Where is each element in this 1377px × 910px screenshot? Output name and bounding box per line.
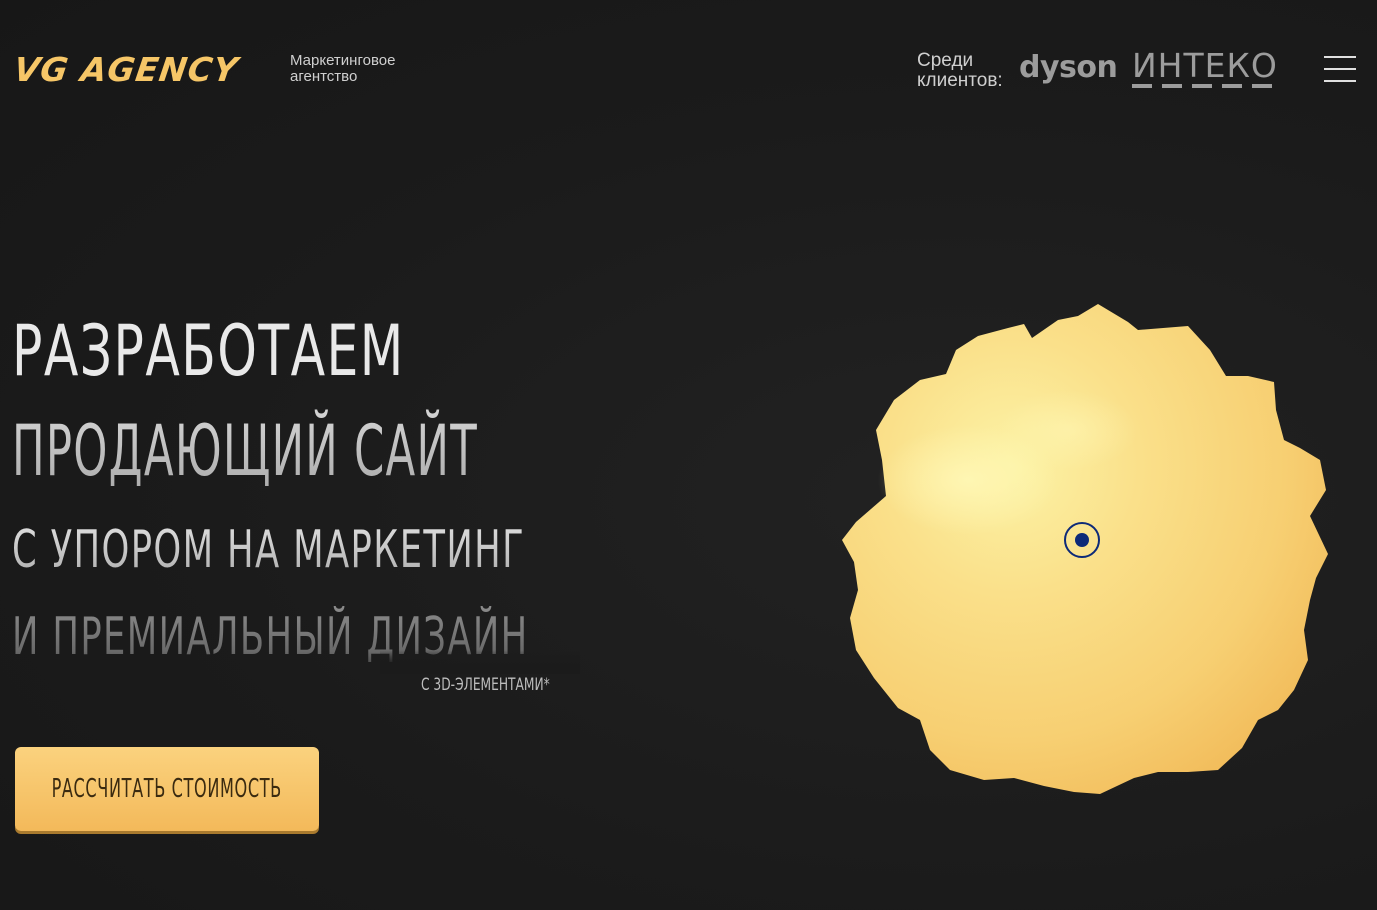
tagline-line-1: Маркетинговое: [290, 52, 396, 69]
hero-footnote-3d: С 3D-ЭЛЕМЕНТАМИ*: [421, 675, 550, 695]
hero-title-line-3: С УПОРОМ НА МАРКЕТИНГ: [12, 515, 525, 585]
hero-title-line-2: ПРОДАЮЩИЙ САЙТ: [12, 406, 478, 496]
clients-label-line-1: Среди: [917, 50, 974, 71]
client-logo-dyson: dyson: [1019, 50, 1118, 85]
tagline-line-2: агентство: [290, 68, 358, 85]
clients-label-line-2: клиентов:: [917, 70, 1003, 91]
hero-title-line-1: РАЗРАБОТАЕМ: [12, 310, 405, 392]
client-logo-inteko-text: ИНТЕКО: [1132, 46, 1278, 85]
title-fade-overlay: [380, 650, 580, 674]
calculate-cost-button-label: РАССЧИТАТЬ СТОИМОСТЬ: [51, 774, 283, 804]
client-logo-inteko: ИНТЕКО: [1132, 46, 1278, 92]
menu-bar-middle: [1324, 68, 1356, 70]
cursor-dot-icon: [1064, 522, 1100, 558]
client-logo-inteko-underline: [1132, 84, 1272, 88]
hamburger-menu-icon[interactable]: [1324, 56, 1356, 82]
calculate-cost-button[interactable]: РАССЧИТАТЬ СТОИМОСТЬ: [15, 747, 319, 831]
agency-tagline: Маркетинговое агентство: [290, 53, 430, 85]
menu-bar-bottom: [1324, 80, 1356, 82]
clients-label: Среди клиентов:: [917, 51, 1017, 91]
menu-bar-top: [1324, 56, 1356, 58]
vg-agency-logo[interactable]: VG AGENCY: [11, 50, 241, 90]
